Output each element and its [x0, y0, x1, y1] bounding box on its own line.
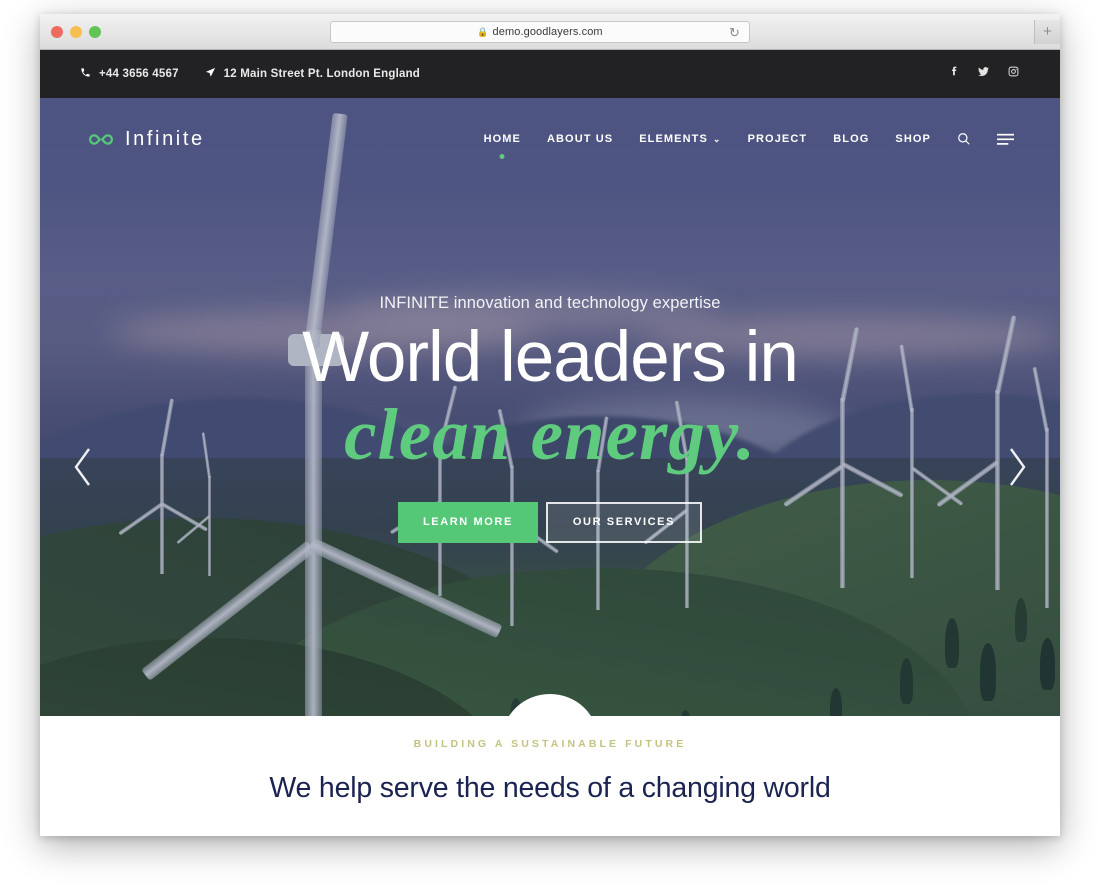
address-bar[interactable]: 🔒 demo.goodlayers.com ↻	[330, 21, 750, 43]
hero-subtitle: INFINITE innovation and technology exper…	[379, 294, 721, 312]
our-services-button[interactable]: OUR SERVICES	[545, 501, 703, 543]
search-icon[interactable]	[957, 132, 971, 146]
hero-title: World leaders in clean energy.	[40, 321, 1060, 476]
hero-title-line1: World leaders in	[302, 318, 799, 397]
site-logo[interactable]: Infinite	[86, 128, 205, 151]
hero-title-line2: clean energy.	[344, 394, 756, 476]
hamburger-icon[interactable]	[997, 133, 1014, 146]
intro-eyebrow: BUILDING A SUSTAINABLE FUTURE	[413, 738, 687, 750]
learn-more-button[interactable]: LEARN MORE	[397, 501, 538, 543]
nav-menu: HOME ABOUT US ELEMENTS ⌄ PROJECT BLOG SH…	[483, 132, 1014, 159]
intro-heading: We help serve the needs of a changing wo…	[269, 772, 831, 804]
lock-icon: 🔒	[477, 26, 489, 37]
webpage: +44 3656 4567 12 Main Street Pt. London …	[40, 50, 1060, 836]
maximize-window-button[interactable]	[89, 26, 101, 38]
facebook-icon[interactable]	[947, 65, 960, 83]
phone-icon	[80, 67, 91, 81]
minimize-window-button[interactable]	[70, 26, 82, 38]
address-text: 12 Main Street Pt. London England	[223, 68, 421, 80]
infinity-icon	[86, 131, 116, 148]
reload-icon[interactable]: ↻	[727, 25, 742, 40]
nav-item-about-us[interactable]: ABOUT US	[547, 133, 613, 145]
browser-toolbar: 🔒 demo.goodlayers.com ↻ +	[40, 14, 1060, 50]
nav-label-home: HOME	[483, 133, 521, 145]
contact-info-group: +44 3656 4567 12 Main Street Pt. London …	[80, 67, 420, 81]
hero-content: INFINITE innovation and technology exper…	[40, 294, 1060, 543]
intro-section: BUILDING A SUSTAINABLE FUTURE We help se…	[40, 716, 1060, 836]
nav-item-project[interactable]: PROJECT	[748, 133, 808, 145]
twitter-icon[interactable]	[977, 65, 990, 83]
nav-item-home[interactable]: HOME	[483, 133, 521, 159]
nav-label-blog: BLOG	[833, 133, 870, 145]
chevron-left-icon[interactable]	[72, 446, 94, 493]
active-nav-indicator	[499, 154, 505, 159]
chevron-down-icon: ⌄	[712, 133, 722, 144]
nav-label-shop: SHOP	[895, 133, 931, 145]
phone-info[interactable]: +44 3656 4567	[80, 67, 179, 81]
top-contact-bar: +44 3656 4567 12 Main Street Pt. London …	[40, 50, 1060, 98]
social-links	[947, 65, 1020, 83]
nav-label-about-us: ABOUT US	[546, 133, 614, 145]
browser-window: 🔒 demo.goodlayers.com ↻ + +44 3656 4567	[40, 14, 1060, 836]
nav-label-elements: ELEMENTS	[639, 133, 708, 145]
address-info[interactable]: 12 Main Street Pt. London England	[205, 67, 420, 81]
new-tab-button[interactable]: +	[1034, 20, 1060, 44]
hero-cta-group: LEARN MORE OUR SERVICES	[40, 501, 1060, 543]
close-window-button[interactable]	[51, 26, 63, 38]
location-arrow-icon	[205, 67, 216, 81]
phone-number: +44 3656 4567	[99, 68, 179, 80]
chevron-right-icon[interactable]	[1006, 446, 1028, 493]
brand-name: Infinite	[125, 127, 205, 150]
nav-item-elements[interactable]: ELEMENTS ⌄	[639, 133, 721, 145]
nav-item-shop[interactable]: SHOP	[895, 133, 931, 145]
nav-item-blog[interactable]: BLOG	[833, 133, 869, 145]
url-text: demo.goodlayers.com	[492, 26, 603, 38]
nav-label-project: PROJECT	[747, 133, 808, 145]
main-navigation-bar: Infinite HOME ABOUT US ELEMENTS ⌄ PROJEC…	[40, 98, 1060, 180]
window-traffic-lights	[51, 26, 101, 38]
instagram-icon[interactable]	[1007, 65, 1020, 83]
